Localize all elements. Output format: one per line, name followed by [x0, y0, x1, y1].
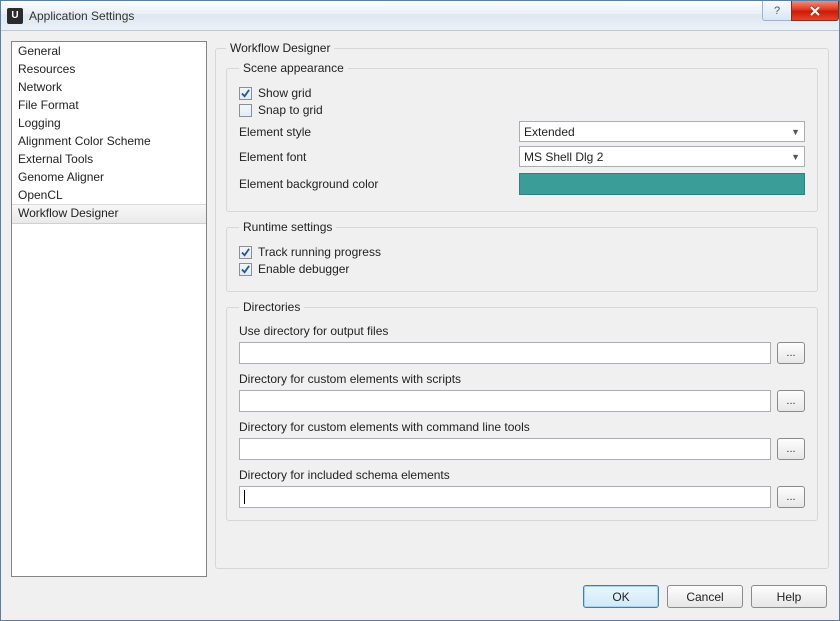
- close-icon: [809, 6, 821, 16]
- client-area: GeneralResourcesNetworkFile FormatLoggin…: [1, 31, 839, 620]
- scene-appearance-group: Scene appearance Show grid Snap to grid …: [226, 61, 818, 212]
- text-caret: [244, 490, 245, 504]
- scripts-dir-input[interactable]: [239, 390, 771, 412]
- enable-debugger-checkbox[interactable]: Enable debugger: [239, 262, 805, 276]
- sidebar-item-external-tools[interactable]: External Tools: [12, 151, 206, 169]
- app-icon: U: [7, 8, 23, 24]
- ok-button[interactable]: OK: [583, 585, 659, 608]
- group-title: Workflow Designer: [226, 41, 334, 55]
- output-dir-label: Use directory for output files: [239, 324, 805, 338]
- element-font-combo[interactable]: MS Shell Dlg 2 ▼: [519, 146, 805, 167]
- element-bg-label: Element background color: [239, 177, 519, 191]
- chevron-down-icon: ▼: [791, 152, 800, 162]
- element-style-dropdown[interactable]: Extended ▼: [519, 121, 805, 142]
- cmdline-dir-label: Directory for custom elements with comma…: [239, 420, 805, 434]
- sidebar-item-workflow-designer[interactable]: Workflow Designer: [12, 204, 206, 224]
- scene-legend: Scene appearance: [239, 61, 348, 75]
- enable-debugger-label: Enable debugger: [258, 262, 349, 276]
- cmdline-dir-input[interactable]: [239, 438, 771, 460]
- element-style-value: Extended: [524, 125, 575, 139]
- scripts-dir-label: Directory for custom elements with scrip…: [239, 372, 805, 386]
- show-grid-label: Show grid: [258, 86, 311, 100]
- dialog-button-bar: OK Cancel Help: [11, 577, 829, 610]
- main-panel: Workflow Designer Scene appearance Show …: [215, 41, 829, 577]
- cmdline-dir-browse-button[interactable]: ...: [777, 438, 805, 460]
- directories-group: Directories Use directory for output fil…: [226, 300, 818, 521]
- output-dir-input[interactable]: [239, 342, 771, 364]
- show-grid-checkbox[interactable]: Show grid: [239, 86, 805, 100]
- snap-to-grid-label: Snap to grid: [258, 103, 323, 117]
- directories-legend: Directories: [239, 300, 304, 314]
- checkbox-icon: [239, 246, 252, 259]
- checkbox-icon: [239, 263, 252, 276]
- help-button[interactable]: Help: [751, 585, 827, 608]
- schema-dir-browse-button[interactable]: ...: [777, 486, 805, 508]
- output-dir-browse-button[interactable]: ...: [777, 342, 805, 364]
- settings-dialog: U Application Settings ? GeneralResource…: [0, 0, 840, 621]
- sidebar-item-resources[interactable]: Resources: [12, 61, 206, 79]
- cancel-button[interactable]: Cancel: [667, 585, 743, 608]
- sidebar-item-logging[interactable]: Logging: [12, 115, 206, 133]
- sidebar-item-genome-aligner[interactable]: Genome Aligner: [12, 169, 206, 187]
- title-bar: U Application Settings ?: [1, 1, 839, 31]
- window-buttons: ?: [763, 1, 839, 30]
- track-progress-checkbox[interactable]: Track running progress: [239, 245, 805, 259]
- checkbox-icon: [239, 104, 252, 117]
- element-style-label: Element style: [239, 125, 519, 139]
- content-row: GeneralResourcesNetworkFile FormatLoggin…: [11, 41, 829, 577]
- runtime-legend: Runtime settings: [239, 220, 336, 234]
- track-progress-label: Track running progress: [258, 245, 381, 259]
- sidebar-item-network[interactable]: Network: [12, 79, 206, 97]
- element-font-value: MS Shell Dlg 2: [524, 150, 603, 164]
- category-list[interactable]: GeneralResourcesNetworkFile FormatLoggin…: [11, 41, 207, 577]
- element-font-label: Element font: [239, 150, 519, 164]
- chevron-down-icon: ▼: [791, 127, 800, 137]
- scripts-dir-browse-button[interactable]: ...: [777, 390, 805, 412]
- sidebar-item-file-format[interactable]: File Format: [12, 97, 206, 115]
- element-bg-color-button[interactable]: [519, 173, 805, 195]
- window-close-button[interactable]: [791, 1, 839, 21]
- checkbox-icon: [239, 87, 252, 100]
- schema-dir-label: Directory for included schema elements: [239, 468, 805, 482]
- schema-dir-input[interactable]: [239, 486, 771, 508]
- workflow-designer-group: Workflow Designer Scene appearance Show …: [215, 41, 829, 569]
- sidebar-item-general[interactable]: General: [12, 43, 206, 61]
- runtime-settings-group: Runtime settings Track running progress …: [226, 220, 818, 292]
- window-help-button[interactable]: ?: [762, 1, 792, 21]
- window-title: Application Settings: [29, 9, 763, 23]
- snap-to-grid-checkbox[interactable]: Snap to grid: [239, 103, 805, 117]
- sidebar-item-alignment-color-scheme[interactable]: Alignment Color Scheme: [12, 133, 206, 151]
- sidebar-item-opencl[interactable]: OpenCL: [12, 187, 206, 205]
